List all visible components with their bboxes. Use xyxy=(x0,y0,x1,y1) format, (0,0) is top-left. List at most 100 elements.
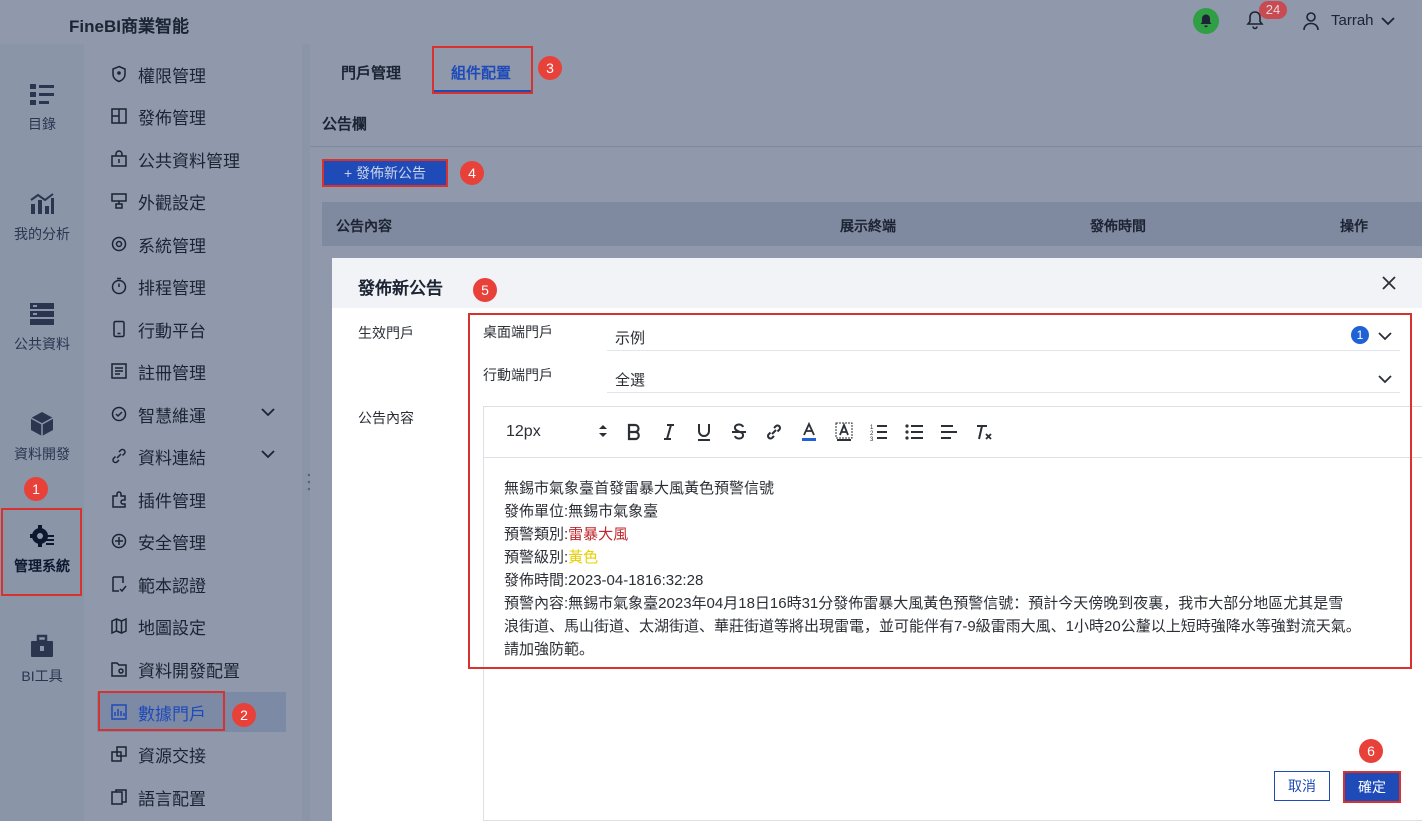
menu-item-mobile[interactable]: 行動平台 xyxy=(110,314,206,344)
menu-item-map[interactable]: 地圖設定 xyxy=(110,611,206,641)
column-header: 公告內容 xyxy=(336,218,392,234)
rail-label: 我的分析 xyxy=(14,226,70,242)
brand-logo: FineBI商業智能 xyxy=(69,17,189,36)
menu-item-resource-handover[interactable]: 資源交接 xyxy=(110,739,206,769)
menu-label: 資料連結 xyxy=(138,448,206,468)
top-bar: FineBI商業智能 24 Tarrah xyxy=(0,0,1422,44)
highlight-box-component-config xyxy=(432,46,533,94)
register-icon xyxy=(111,363,127,379)
step-marker: 1 xyxy=(24,477,48,501)
menu-label: 插件管理 xyxy=(138,491,206,511)
template-cert-icon xyxy=(112,576,127,593)
menu-item-language[interactable]: 語言配置 xyxy=(110,782,206,812)
menu-item-security[interactable]: 安全管理 xyxy=(110,526,206,556)
analysis-icon xyxy=(30,193,54,214)
step-marker: 5 xyxy=(473,278,497,302)
menu-label: 安全管理 xyxy=(138,533,206,553)
mobile-icon xyxy=(113,320,125,338)
menu-item-public-data-mgmt[interactable]: 公共資料管理 xyxy=(110,144,240,174)
menu-label: 智慧維運 xyxy=(138,406,206,426)
highlight-box-data-portal xyxy=(98,691,225,731)
appearance-icon xyxy=(111,193,127,209)
timer-icon xyxy=(111,277,127,295)
chevron-down-icon[interactable] xyxy=(1380,14,1396,30)
highlight-box-admin-system xyxy=(1,508,82,596)
content-label: 公告內容 xyxy=(358,410,414,426)
folder-lock-icon xyxy=(111,150,127,167)
menu-item-register[interactable]: 註冊管理 xyxy=(110,356,206,386)
security-icon xyxy=(111,533,127,549)
menu-label: 資源交接 xyxy=(138,746,206,766)
menu-label: 行動平台 xyxy=(138,321,206,341)
menu-item-appearance[interactable]: 外觀設定 xyxy=(110,186,206,216)
section-title: 公告欄 xyxy=(322,116,368,133)
column-header: 操作 xyxy=(1340,218,1368,234)
data-config-icon xyxy=(111,662,127,677)
publish-announcement-dialog: 發佈新公告 生效門戶 公告內容 桌面端門戶 示例 1 行動端門戶 全選 12px xyxy=(332,258,1422,821)
menu-label: 權限管理 xyxy=(138,66,206,86)
ops-icon xyxy=(111,406,127,422)
rail-item-data-dev[interactable]: 資料開發 xyxy=(0,410,84,464)
menu-label: 範本認證 xyxy=(138,576,206,596)
dialog-title: 發佈新公告 xyxy=(358,279,443,298)
toolbox-icon xyxy=(31,634,53,657)
menu-item-system[interactable]: 系統管理 xyxy=(110,229,206,259)
column-header: 發佈時間 xyxy=(1090,218,1146,234)
bell-icon[interactable] xyxy=(1193,8,1219,34)
step-marker: 6 xyxy=(1359,739,1383,763)
chevron-down-icon[interactable] xyxy=(260,448,276,460)
rail-item-public-data[interactable]: 公共資料 xyxy=(0,300,84,354)
rail-label: 目錄 xyxy=(28,116,56,132)
rail-item-bi-tools[interactable]: BI工具 xyxy=(0,632,84,686)
column-header: 展示終端 xyxy=(840,218,896,234)
menu-item-permission[interactable]: 權限管理 xyxy=(110,59,206,89)
link-icon xyxy=(112,448,126,464)
rail-label: 資料開發 xyxy=(14,446,70,462)
user-icon[interactable] xyxy=(1302,11,1320,34)
chevron-down-icon[interactable] xyxy=(260,406,276,418)
notification-count-badge: 24 xyxy=(1259,1,1287,19)
step-marker: 2 xyxy=(232,703,256,727)
menu-label: 資料開發配置 xyxy=(138,661,240,681)
menu-item-schedule[interactable]: 排程管理 xyxy=(110,271,206,301)
user-name[interactable]: Tarrah xyxy=(1331,12,1374,29)
menu-label: 語言配置 xyxy=(138,789,206,809)
settings-icon xyxy=(111,236,127,252)
map-icon xyxy=(111,617,127,635)
left-rail: 目錄 我的分析 公共資料 資料開發 管理系統 BI工具 xyxy=(0,44,84,821)
menu-item-plugin[interactable]: 插件管理 xyxy=(110,484,206,514)
divider xyxy=(310,146,1422,147)
confirm-button[interactable]: 確定 xyxy=(1343,771,1401,803)
effective-portal-label: 生效門戶 xyxy=(358,325,414,341)
highlight-box-form xyxy=(468,313,1412,669)
cancel-button[interactable]: 取消 xyxy=(1274,771,1330,801)
menu-item-smart-ops[interactable]: 智慧維運 xyxy=(110,399,282,429)
data-dev-icon xyxy=(30,412,54,436)
tab-portal-management[interactable]: 門戶管理 xyxy=(341,62,401,83)
handover-icon xyxy=(111,746,127,762)
table-header: 公告內容 展示終端 發佈時間 操作 xyxy=(322,202,1422,246)
step-marker: 4 xyxy=(460,161,484,185)
rail-label: 公共資料 xyxy=(14,336,70,352)
rail-item-my-analysis[interactable]: 我的分析 xyxy=(0,190,84,244)
menu-label: 註冊管理 xyxy=(138,363,206,383)
plugin-icon xyxy=(112,491,126,508)
menu-item-data-dev-config[interactable]: 資料開發配置 xyxy=(110,654,240,684)
menu-label: 系統管理 xyxy=(138,236,206,256)
public-data-icon xyxy=(30,303,54,325)
dialog-header: 發佈新公告 xyxy=(332,258,1422,308)
catalog-icon xyxy=(30,84,54,105)
menu-item-template-cert[interactable]: 範本認證 xyxy=(110,569,206,599)
menu-label: 發佈管理 xyxy=(138,108,206,128)
menu-item-data-connection[interactable]: 資料連結 xyxy=(110,441,282,471)
publish-announcement-button[interactable]: + 發佈新公告 xyxy=(322,159,448,187)
menu-label: 公共資料管理 xyxy=(138,151,240,171)
shield-icon xyxy=(112,65,126,83)
menu-item-publish[interactable]: 發佈管理 xyxy=(110,101,206,131)
rail-item-catalog[interactable]: 目錄 xyxy=(0,80,84,134)
menu-label: 地圖設定 xyxy=(138,618,206,638)
rail-label: BI工具 xyxy=(21,668,63,684)
menu-label: 排程管理 xyxy=(138,278,206,298)
close-icon[interactable] xyxy=(1382,276,1396,290)
menu-label: 外觀設定 xyxy=(138,193,206,213)
